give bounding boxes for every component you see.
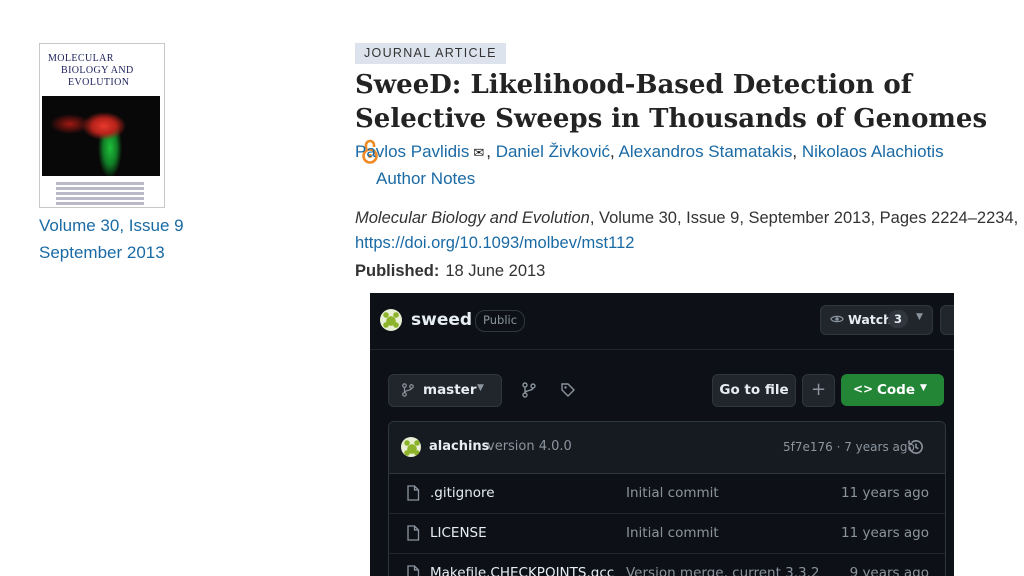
issue-date-link[interactable]: September 2013: [39, 243, 165, 263]
tag-icon[interactable]: [560, 382, 576, 402]
latest-commit-bar: alachins version 4.0.0 5f7e176 · 7 years…: [389, 422, 945, 474]
chevron-down-icon: ▼: [920, 383, 927, 393]
file-list: alachins version 4.0.0 5f7e176 · 7 years…: [388, 421, 946, 576]
eye-icon: [830, 312, 844, 329]
cover-artwork: [42, 96, 160, 176]
author-link[interactable]: Daniel Živković: [496, 142, 610, 161]
file-icon: [406, 525, 420, 545]
branch-selector[interactable]: master ▼: [388, 374, 502, 407]
history-icon[interactable]: [907, 438, 925, 460]
file-name[interactable]: Makefile.CHECKPOINTS.gcc: [430, 565, 614, 576]
file-icon: [406, 485, 420, 505]
file-commit-message[interactable]: Version merge, current 3.3.2: [626, 565, 820, 576]
branch-name: master: [423, 382, 477, 398]
envelope-icon[interactable]: ✉: [473, 142, 484, 164]
cover-title-line-1: Molecular: [48, 53, 114, 64]
journal-cover-image[interactable]: Molecular Biology and Evolution: [39, 43, 165, 208]
citation-details: , Volume 30, Issue 9, September 2013, Pa…: [589, 209, 1019, 227]
go-to-file-button[interactable]: Go to file: [712, 374, 796, 407]
repo-header: sweed Public Watch 3 ▼: [370, 293, 954, 350]
committer-avatar-icon[interactable]: [401, 437, 421, 457]
code-button[interactable]: <> Code ▼: [841, 374, 944, 406]
published-label: Published:: [355, 262, 440, 280]
author-separator: ,: [610, 142, 619, 161]
github-repo-screenshot: sweed Public Watch 3 ▼ master ▼ Go to fi…: [370, 293, 954, 576]
branch-icon: [401, 383, 415, 401]
published-date: Published: 18 June 2013: [355, 262, 545, 281]
repo-avatar-icon[interactable]: [380, 309, 402, 331]
commit-message[interactable]: version 4.0.0: [487, 439, 572, 454]
repo-name[interactable]: sweed: [411, 310, 472, 330]
commit-author[interactable]: alachins: [429, 439, 489, 454]
cover-title: Molecular Biology and Evolution: [48, 53, 160, 89]
file-row[interactable]: LICENSE Initial commit 11 years ago: [389, 514, 945, 554]
author-link[interactable]: Pavlos Pavlidis: [355, 142, 469, 161]
cover-title-line-3: Evolution: [68, 77, 130, 88]
watch-button[interactable]: Watch 3 ▼: [820, 305, 933, 335]
chevron-down-icon: ▼: [916, 312, 923, 322]
author-notes-link[interactable]: Author Notes: [376, 169, 475, 189]
chevron-down-icon: ▼: [477, 383, 484, 393]
file-name[interactable]: LICENSE: [430, 525, 487, 541]
commit-meta[interactable]: 5f7e176 · 7 years ago: [783, 440, 915, 454]
author-list: Pavlos Pavlidis ✉, Daniel Živković, Alexa…: [355, 141, 944, 164]
branches-icon[interactable]: [521, 382, 537, 402]
doi-link[interactable]: https://doi.org/10.1093/molbev/mst112: [355, 234, 634, 253]
volume-issue-link[interactable]: Volume 30, Issue 9: [39, 216, 184, 236]
code-icon: <>: [853, 382, 874, 396]
article-type-badge: JOURNAL ARTICLE: [355, 43, 506, 64]
author-link[interactable]: Nikolaos Alachiotis: [802, 142, 944, 161]
file-name[interactable]: .gitignore: [430, 485, 495, 501]
cover-title-line-2: Biology and: [61, 65, 134, 76]
author-separator: ,: [792, 142, 802, 161]
visibility-badge: Public: [475, 310, 526, 332]
watch-count: 3: [888, 310, 909, 328]
file-row[interactable]: .gitignore Initial commit 11 years ago: [389, 474, 945, 514]
article-title-text: SweeD: Likelihood-Based Detection of Sel…: [355, 70, 988, 134]
published-date-value: 18 June 2013: [445, 262, 546, 280]
citation-journal-name: Molecular Biology and Evolution: [355, 209, 590, 227]
file-commit-message[interactable]: Initial commit: [626, 525, 719, 541]
file-date: 11 years ago: [840, 485, 929, 501]
watch-label: Watch: [848, 312, 893, 327]
file-date: 11 years ago: [840, 525, 929, 541]
file-icon: [406, 565, 420, 576]
cover-contents-list: [46, 180, 156, 207]
fork-button[interactable]: [940, 305, 954, 335]
file-date: 9 years ago: [849, 565, 929, 576]
add-file-button[interactable]: +: [802, 374, 835, 407]
citation: Molecular Biology and Evolution, Volume …: [355, 207, 1018, 229]
author-separator: ,: [486, 142, 496, 161]
file-row[interactable]: Makefile.CHECKPOINTS.gcc Version merge, …: [389, 554, 945, 576]
code-label: Code: [877, 382, 916, 398]
file-commit-message[interactable]: Initial commit: [626, 485, 719, 501]
author-link[interactable]: Alexandros Stamatakis: [619, 142, 793, 161]
